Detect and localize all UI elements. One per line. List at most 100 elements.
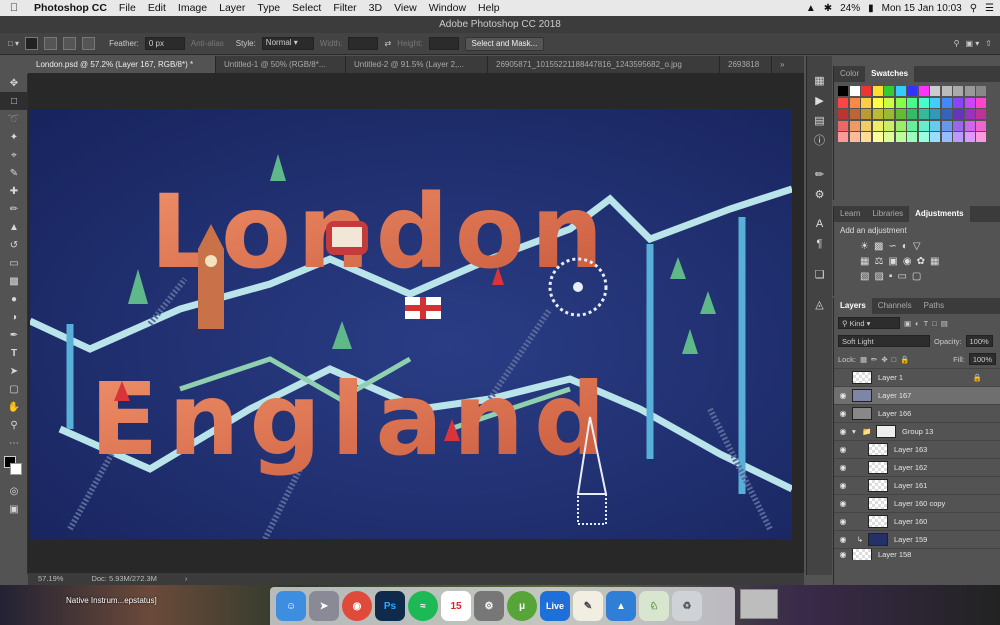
android-file-icon[interactable]: ♘	[639, 591, 669, 621]
spotify-icon[interactable]: ≈	[408, 591, 438, 621]
eye-icon[interactable]: ◉	[834, 550, 852, 559]
tab-color[interactable]: Color	[834, 66, 865, 82]
tab-layers[interactable]: Layers	[834, 298, 872, 314]
swatch[interactable]	[918, 120, 929, 131]
swatch[interactable]	[953, 109, 963, 119]
layer-row-selected[interactable]: ◉ Layer 167	[834, 386, 1000, 404]
more-tools-icon[interactable]: ⋯	[0, 434, 28, 452]
swatch[interactable]	[976, 120, 986, 131]
intersect-selection-icon[interactable]	[82, 37, 96, 50]
swatch[interactable]	[838, 109, 848, 119]
menu-layer[interactable]: Layer	[213, 2, 251, 14]
lock-pixels-icon[interactable]: ✏	[871, 355, 877, 364]
zoom-level[interactable]: 57.19%	[38, 573, 63, 585]
swatch[interactable]	[907, 97, 917, 108]
layer-row[interactable]: ◉ Layer 160 copy	[834, 494, 1000, 512]
healing-brush-icon[interactable]: ✚	[0, 182, 28, 200]
zoom-tool-icon[interactable]: ⚲	[0, 416, 28, 434]
layer-row[interactable]: ◉ Layer 160	[834, 512, 1000, 530]
eraser-icon[interactable]: ▭	[0, 254, 28, 272]
swatch[interactable]	[849, 109, 860, 119]
menu-3d[interactable]: 3D	[363, 2, 388, 14]
swatch[interactable]	[918, 132, 929, 142]
canvas-area[interactable]: London England	[28, 73, 804, 573]
app-menu[interactable]: Photoshop CC	[28, 2, 113, 14]
tab-channels[interactable]: Channels	[872, 298, 918, 314]
trash-icon[interactable]: ♻	[672, 591, 702, 621]
swatch[interactable]	[930, 86, 940, 96]
swatch[interactable]	[976, 97, 986, 108]
tab-adjustments[interactable]: Adjustments	[909, 206, 970, 222]
brush-panel-icon[interactable]: ✏	[807, 164, 832, 184]
lock-artboard-icon[interactable]: □	[892, 355, 897, 364]
tab-learn[interactable]: Learn	[834, 206, 866, 222]
swatch[interactable]	[884, 120, 894, 131]
filter-smart-icon[interactable]: ▤	[941, 319, 948, 328]
tab-2693818[interactable]: 2693818	[720, 56, 772, 73]
apple-icon[interactable]: 	[0, 2, 28, 14]
tabs-overflow-icon[interactable]: »	[772, 56, 792, 73]
filter-adjust-icon[interactable]: ◐	[915, 319, 920, 328]
levels-icon[interactable]: ▩	[874, 241, 883, 252]
eye-icon[interactable]: ◉	[834, 517, 852, 526]
menu-view[interactable]: View	[388, 2, 423, 14]
history-panel-icon[interactable]: ▦	[807, 70, 832, 90]
doc-size[interactable]: Doc: 5.93M/272.3M	[91, 573, 156, 585]
eye-icon[interactable]: ◉	[834, 499, 852, 508]
swatch[interactable]	[941, 120, 952, 131]
layer-row[interactable]: ◉ Layer 161	[834, 476, 1000, 494]
search-icon[interactable]: ⚲	[970, 3, 977, 14]
swatch[interactable]	[918, 97, 929, 108]
eye-icon[interactable]: ◉	[834, 427, 852, 436]
brightness-icon[interactable]: ☀	[860, 241, 869, 252]
expand-arrow-icon[interactable]: ▾	[852, 427, 862, 436]
magic-wand-icon[interactable]: ✦	[0, 128, 28, 146]
add-selection-icon[interactable]	[44, 37, 58, 50]
swatch[interactable]	[895, 120, 906, 131]
swatch[interactable]	[849, 120, 860, 131]
channel-mixer-icon[interactable]: ✿	[917, 256, 925, 267]
swatch[interactable]	[941, 97, 952, 108]
swatch[interactable]	[976, 109, 986, 119]
search-icon[interactable]: ⚲	[954, 39, 960, 48]
swatch[interactable]	[849, 132, 860, 142]
swatch[interactable]	[838, 86, 848, 96]
bluetooth-icon[interactable]: ✱	[824, 3, 832, 14]
color-balance-icon[interactable]: ⚖	[874, 256, 883, 267]
swatch[interactable]	[872, 109, 883, 119]
artwork-canvas[interactable]: London England	[30, 109, 792, 539]
eye-icon[interactable]: ◉	[834, 391, 852, 400]
swatch[interactable]	[838, 120, 848, 131]
vibrance-icon[interactable]: ▽	[913, 241, 921, 252]
eyedropper-icon[interactable]: ✎	[0, 164, 28, 182]
menu-help[interactable]: Help	[472, 2, 506, 14]
tab-london[interactable]: London.psd @ 57.2% (Layer 167, RGB/8*) *	[28, 56, 216, 73]
tab-jpg[interactable]: 26905871_10155221188447816_1243595682_o.…	[488, 56, 720, 73]
swatch[interactable]	[976, 132, 986, 142]
menu-filter[interactable]: Filter	[327, 2, 362, 14]
history-brush-icon[interactable]: ↺	[0, 236, 28, 254]
new-selection-icon[interactable]	[25, 37, 39, 50]
swatch[interactable]	[861, 109, 871, 119]
lock-all-icon[interactable]: 🔒	[900, 355, 909, 364]
swatch[interactable]	[953, 97, 963, 108]
opacity-input[interactable]: 100%	[965, 335, 993, 347]
screen-mode-icon[interactable]: ▣	[0, 500, 28, 518]
layer-row[interactable]: ◉ Layer 162	[834, 458, 1000, 476]
swatch[interactable]	[872, 132, 883, 142]
menu-window[interactable]: Window	[423, 2, 472, 14]
gradient-tool-icon[interactable]: ▩	[0, 272, 28, 290]
swatch[interactable]	[953, 132, 963, 142]
workspace-icon[interactable]: ▣ ▾	[966, 39, 980, 48]
swatch[interactable]	[861, 120, 871, 131]
swatch[interactable]	[884, 132, 894, 142]
hand-tool-icon[interactable]: ✋	[0, 398, 28, 416]
properties-panel-icon[interactable]: ▤	[807, 110, 832, 130]
calendar-icon[interactable]: 15	[441, 591, 471, 621]
swatch[interactable]	[861, 97, 871, 108]
layer-row[interactable]: ◉ ↳ Layer 159	[834, 530, 1000, 548]
swatch[interactable]	[930, 120, 940, 131]
lasso-tool-icon[interactable]: ➰	[0, 110, 28, 128]
swatch[interactable]	[964, 132, 975, 142]
swatch[interactable]	[895, 132, 906, 142]
